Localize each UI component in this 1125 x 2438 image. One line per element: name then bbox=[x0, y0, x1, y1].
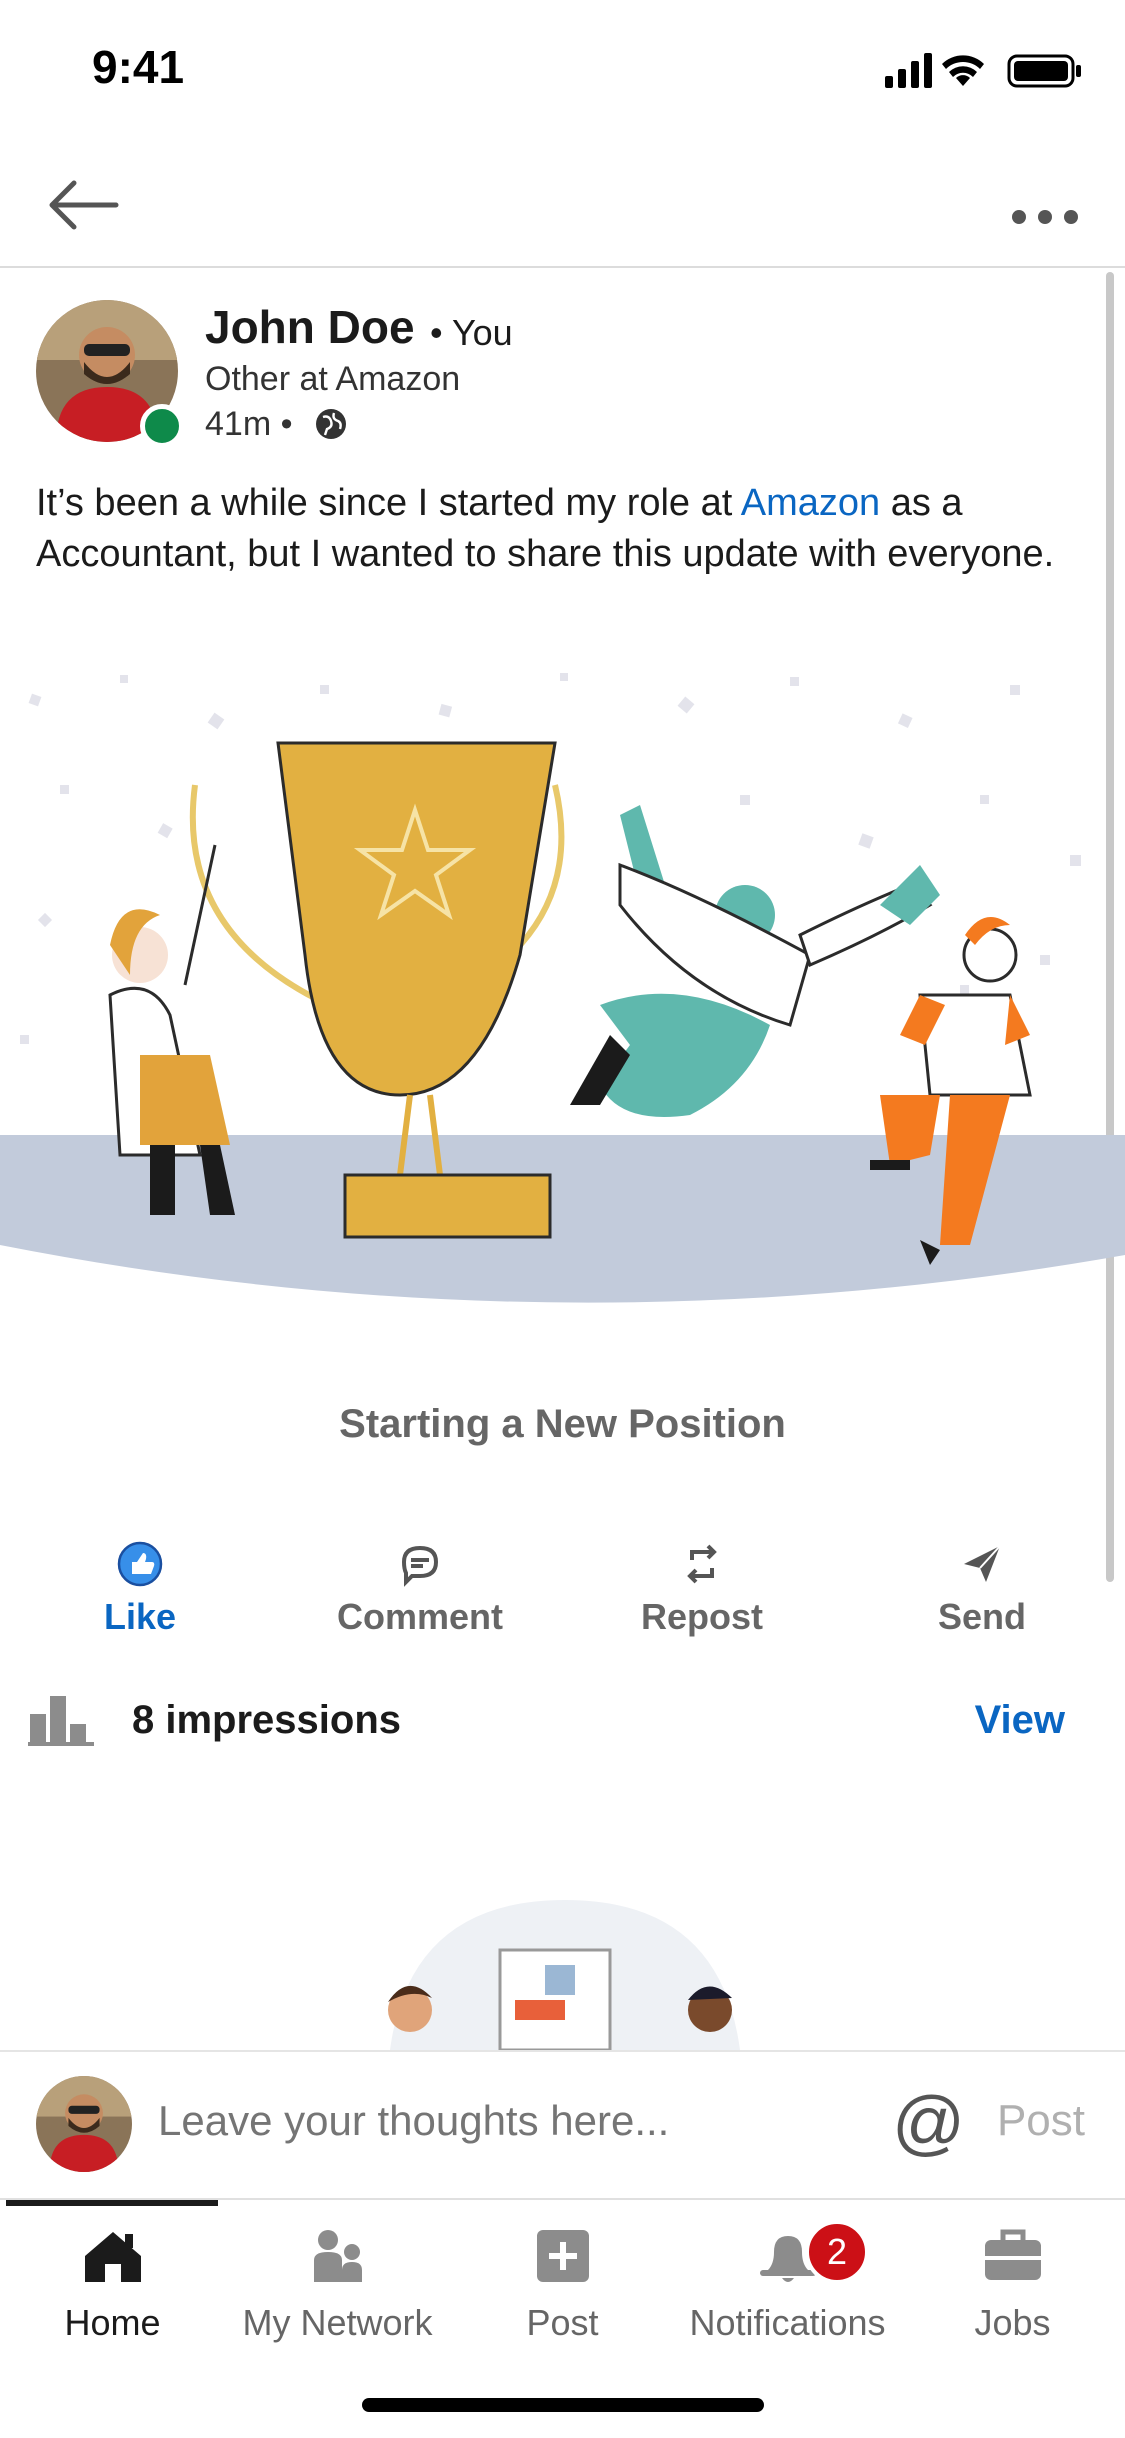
tab-my-network-label: My Network bbox=[242, 2302, 433, 2343]
post-text-part: It’s been a while since I started my rol… bbox=[36, 482, 741, 524]
tab-post-label: Post bbox=[526, 2302, 599, 2343]
comment-label: Comment bbox=[336, 1596, 503, 1637]
repost-button[interactable]: Repost bbox=[592, 1540, 812, 1638]
send-icon bbox=[964, 1545, 1001, 1582]
briefcase-icon bbox=[984, 2229, 1041, 2280]
comment-input[interactable] bbox=[156, 2096, 860, 2146]
send-label: Send bbox=[937, 1596, 1026, 1637]
my-avatar[interactable] bbox=[36, 2076, 132, 2172]
author-name[interactable]: John Doe bbox=[205, 300, 415, 354]
tab-post[interactable]: Post bbox=[450, 2220, 675, 2344]
battery-icon bbox=[1007, 54, 1081, 88]
comment-bar: @ Post bbox=[0, 2050, 1125, 2200]
comment-icon bbox=[401, 1545, 439, 1587]
comment-button[interactable]: Comment bbox=[310, 1540, 530, 1638]
tab-jobs[interactable]: Jobs bbox=[900, 2220, 1125, 2344]
repost-label: Repost bbox=[640, 1596, 763, 1637]
like-label: Like bbox=[103, 1596, 177, 1637]
bar-chart-icon bbox=[28, 1696, 94, 1746]
more-options-icon[interactable] bbox=[1005, 172, 1085, 232]
tab-my-network[interactable]: My Network bbox=[225, 2220, 450, 2344]
like-button[interactable]: Like bbox=[30, 1540, 250, 1638]
mention-button[interactable]: @ bbox=[892, 2082, 965, 2164]
wifi-icon bbox=[942, 55, 984, 86]
post-time: 41m • bbox=[205, 405, 293, 443]
globe-icon bbox=[316, 409, 346, 439]
author-you-label: • You bbox=[430, 312, 513, 353]
illustration-caption: Starting a New Position bbox=[339, 1402, 786, 1446]
status-time: 9:41 bbox=[92, 41, 185, 93]
thumbs-up-icon bbox=[117, 1541, 163, 1587]
home-indicator bbox=[362, 2398, 764, 2412]
tab-notifications[interactable]: 2 Notifications bbox=[675, 2220, 900, 2344]
add-post-icon bbox=[536, 2230, 589, 2282]
back-arrow-icon[interactable] bbox=[44, 170, 124, 240]
send-button[interactable]: Send bbox=[872, 1540, 1092, 1638]
post-actions: Like Comment Repost Send bbox=[0, 1540, 1125, 1660]
post-text: It’s been a while since I started my rol… bbox=[36, 478, 1096, 580]
status-icons bbox=[885, 53, 1081, 88]
online-status-dot bbox=[140, 404, 184, 448]
home-icon bbox=[84, 2232, 141, 2282]
post-comment-button[interactable]: Post bbox=[997, 2096, 1085, 2146]
view-impressions-link[interactable]: View bbox=[975, 1698, 1065, 1743]
notification-count-badge: 2 bbox=[805, 2220, 869, 2284]
impressions-count: 8 impressions bbox=[132, 1698, 402, 1742]
active-tab-indicator bbox=[6, 2200, 218, 2206]
signal-icon bbox=[885, 53, 932, 88]
suggested-content-illustration bbox=[388, 1900, 740, 2050]
tab-home[interactable]: Home bbox=[0, 2220, 225, 2344]
company-mention-link[interactable]: Amazon bbox=[741, 482, 880, 524]
new-position-illustration bbox=[0, 673, 1125, 1303]
author-headline: Other at Amazon bbox=[205, 360, 461, 398]
tab-jobs-label: Jobs bbox=[974, 2302, 1051, 2343]
top-nav bbox=[0, 150, 1125, 268]
tab-home-label: Home bbox=[64, 2302, 161, 2343]
tab-notifications-label: Notifications bbox=[689, 2302, 886, 2343]
people-icon bbox=[313, 2230, 362, 2282]
impressions-row: 8 impressions View bbox=[0, 1690, 1125, 1750]
repost-icon bbox=[687, 1544, 717, 1584]
